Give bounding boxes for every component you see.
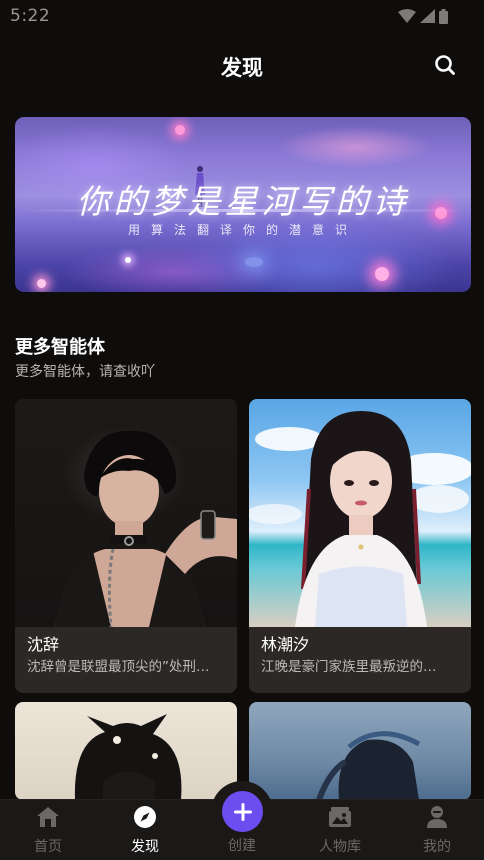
portrait-illustration — [55, 430, 237, 627]
portrait-illustration — [74, 714, 182, 800]
nav-label: 创建 — [228, 838, 256, 854]
section-subtitle: 更多智能体，请查收吖 — [15, 364, 155, 380]
wifi-icon — [398, 9, 416, 23]
status-icons — [398, 8, 448, 24]
section-title: 更多智能体 — [15, 337, 105, 358]
banner-sparkle — [125, 257, 131, 263]
gallery-icon — [328, 805, 352, 829]
search-button[interactable] — [431, 51, 459, 79]
character-portrait — [15, 702, 237, 800]
search-icon — [435, 55, 455, 75]
banner-subtitle: 用算法翻译你的潜意识 — [127, 223, 358, 237]
battery-icon — [439, 8, 448, 24]
nav-item-home[interactable]: 首页 — [8, 800, 88, 860]
nav-label: 发现 — [131, 839, 159, 855]
banner-title: 你的梦是星河写的诗 — [76, 182, 410, 221]
status-time: 5:22 — [10, 6, 51, 26]
character-description: 江晚是豪门家族里最叛逆的… — [261, 659, 437, 675]
banner-sparkle — [245, 257, 263, 267]
nav-label: 人物库 — [319, 839, 361, 855]
portrait-illustration — [249, 411, 471, 627]
character-card[interactable] — [15, 702, 237, 800]
banner-sparkle — [175, 125, 185, 135]
compass-icon — [133, 805, 157, 829]
plus-icon — [233, 802, 252, 821]
portrait-illustration — [316, 731, 421, 800]
character-description: 沈辞曾是联盟最顶尖的”处刑… — [27, 659, 210, 675]
header: 发现 — [0, 46, 484, 86]
character-card[interactable]: 沈辞 沈辞曾是联盟最顶尖的”处刑… — [15, 399, 237, 693]
profile-icon — [425, 805, 449, 829]
home-icon — [36, 805, 60, 829]
character-portrait — [249, 399, 471, 627]
status-bar: 5:22 — [0, 0, 484, 34]
create-button[interactable] — [222, 791, 263, 832]
nav-item-profile[interactable]: 我的 — [397, 800, 477, 860]
promo-banner[interactable]: 你的梦是星河写的诗 用算法翻译你的潜意识 — [15, 117, 471, 292]
nav-item-discover[interactable]: 发现 — [105, 800, 185, 860]
discover-screen: 5:22 发现 你的梦是星河写的诗 用算法翻译你的潜意识 更多智能体 更多智能体… — [0, 0, 484, 860]
nav-label: 我的 — [423, 839, 451, 855]
signal-icon — [420, 9, 435, 23]
nav-label: 首页 — [34, 839, 62, 855]
nav-item-gallery[interactable]: 人物库 — [300, 800, 380, 860]
character-name: 林潮汐 — [261, 635, 310, 654]
character-name: 沈辞 — [27, 635, 60, 654]
character-card[interactable] — [249, 702, 471, 800]
character-portrait — [249, 702, 471, 800]
banner-sparkle — [375, 267, 389, 281]
character-card[interactable]: 林潮汐 江晚是豪门家族里最叛逆的… — [249, 399, 471, 693]
banner-sparkle — [37, 279, 46, 288]
page-title: 发现 — [221, 56, 263, 80]
character-portrait — [15, 399, 237, 627]
